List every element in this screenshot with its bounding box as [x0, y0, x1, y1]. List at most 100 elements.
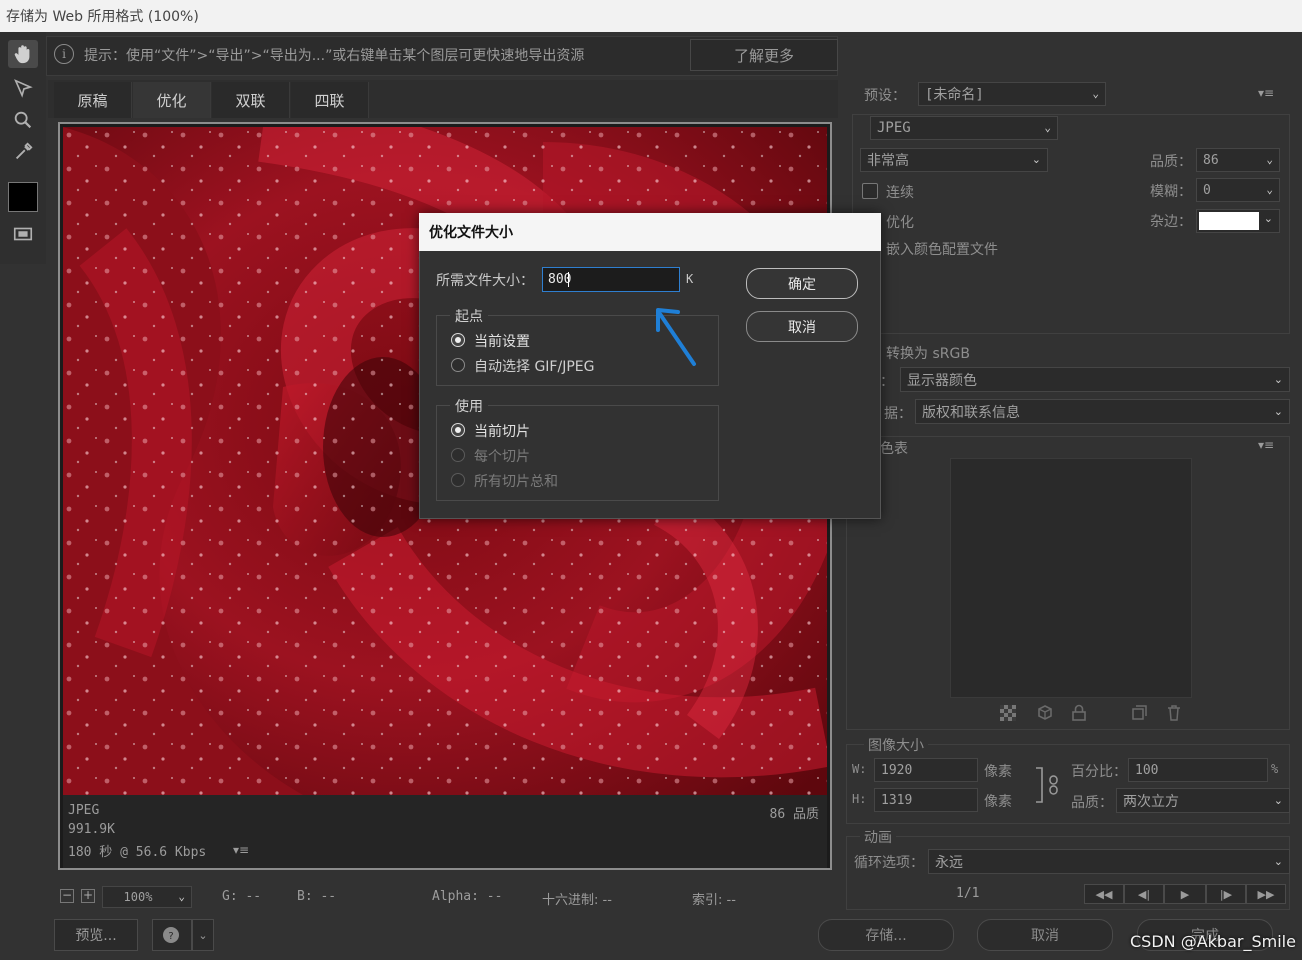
percent-input[interactable]: 100: [1128, 758, 1268, 782]
chevron-down-icon: ⌄: [1273, 404, 1283, 418]
map-transparency-icon[interactable]: [1000, 705, 1016, 721]
learn-more-button[interactable]: 了解更多: [690, 39, 838, 71]
chevron-down-icon: ⌄: [1273, 372, 1283, 386]
info-format: JPEG: [68, 803, 100, 818]
image-info-panel: JPEG 991.9K 180 秒 @ 56.6 Kbps ▾≡ 86 品质: [63, 795, 827, 868]
tab-original[interactable]: 原稿: [54, 82, 132, 118]
zoom-out-icon[interactable]: −: [60, 889, 74, 903]
optimized-label: 优化: [886, 215, 914, 231]
quality-label: 品质：: [1150, 154, 1192, 170]
width-label: W:: [852, 762, 867, 776]
preset-label: 预设：: [864, 88, 906, 104]
matte-select[interactable]: ⌄: [1196, 209, 1280, 233]
toggle-slices-icon[interactable]: [8, 220, 38, 248]
tab-4up[interactable]: 四联: [291, 82, 369, 118]
annotation-arrow-icon: [656, 308, 696, 366]
lock-color-icon[interactable]: [1070, 704, 1088, 722]
browser-icon[interactable]: ?: [152, 919, 192, 951]
optimize-menu-icon[interactable]: ▾≡: [1258, 86, 1274, 100]
dialog-cancel-button[interactable]: 取消: [746, 311, 858, 342]
size-unit: K: [686, 272, 694, 286]
info-quality: 86 品质: [769, 807, 819, 822]
metadata-value: 版权和联系信息: [922, 404, 1020, 421]
browser-menu-chevron-icon[interactable]: ⌄: [192, 919, 214, 951]
preset-select[interactable]: [未命名] ⌄: [918, 82, 1106, 106]
height-unit: 像素: [984, 794, 1012, 810]
preview-button[interactable]: 预览...: [54, 919, 138, 951]
resample-quality-label: 品质：: [1071, 795, 1113, 811]
chevron-down-icon: ⌄: [1266, 152, 1273, 166]
height-input[interactable]: 1319: [874, 788, 978, 812]
eyedropper-icon[interactable]: [8, 138, 38, 166]
use-each-slice-label: 每个切片: [474, 449, 530, 465]
metadata-select[interactable]: 版权和联系信息 ⌄: [915, 399, 1290, 424]
quality-preset-select[interactable]: 非常高 ⌄: [860, 148, 1048, 172]
zoom-value: 100%: [123, 890, 153, 904]
preview-color-select[interactable]: 显示器颜色 ⌄: [900, 367, 1290, 392]
chevron-down-icon: ⌄: [1273, 854, 1283, 868]
use-each-slice-radio[interactable]: [451, 448, 465, 462]
last-frame-icon[interactable]: ▶▶: [1246, 884, 1286, 904]
start-auto-radio[interactable]: [451, 358, 465, 372]
desired-size-label: 所需文件大小：: [436, 273, 534, 289]
quality-preset-value: 非常高: [867, 153, 909, 169]
desired-size-input[interactable]: [542, 267, 680, 292]
eyedropper-color-swatch[interactable]: [8, 182, 38, 212]
tool-panel: [0, 32, 46, 264]
link-dimensions-icon[interactable]: [1034, 766, 1064, 804]
prev-frame-icon[interactable]: ◀|: [1124, 884, 1164, 904]
slice-select-icon[interactable]: [8, 74, 38, 102]
embed-profile-label: 嵌入颜色配置文件: [886, 242, 998, 258]
resample-quality-select[interactable]: 两次立方 ⌄: [1116, 788, 1290, 813]
play-icon[interactable]: ▶: [1164, 884, 1206, 904]
convert-srgb-label: 转换为 sRGB: [886, 346, 970, 362]
color-table-label: 色表: [880, 441, 908, 457]
next-frame-icon[interactable]: |▶: [1206, 884, 1246, 904]
trash-icon[interactable]: [1165, 704, 1183, 722]
preview-color-value: 显示器颜色: [907, 372, 977, 389]
blur-label: 模糊：: [1150, 184, 1192, 200]
format-select[interactable]: JPEG ⌄: [870, 116, 1058, 140]
color-table-menu-icon[interactable]: ▾≡: [1258, 438, 1274, 452]
start-auto-label: 自动选择 GIF/JPEG: [474, 359, 595, 375]
save-button[interactable]: 存储...: [818, 919, 954, 951]
new-color-icon[interactable]: [1130, 704, 1148, 722]
info-menu-icon[interactable]: ▾≡: [233, 843, 249, 857]
use-total-radio[interactable]: [451, 473, 465, 487]
readout-b: B: --: [297, 889, 337, 904]
info-download-time: 180 秒 @ 56.6 Kbps: [68, 845, 207, 860]
ok-button[interactable]: 确定: [746, 268, 858, 299]
chevron-down-icon: ⌄: [1273, 793, 1283, 807]
text-caret: [568, 272, 569, 287]
quality-input[interactable]: 86 ⌄: [1196, 148, 1280, 172]
use-group-title: 使用: [450, 396, 488, 416]
zoom-select[interactable]: 100% ⌄: [102, 886, 192, 908]
start-current-radio[interactable]: [451, 333, 465, 347]
readout-alpha: Alpha: --: [432, 889, 503, 904]
progressive-checkbox[interactable]: [862, 183, 878, 199]
color-table-swatches: [950, 458, 1192, 698]
width-unit: 像素: [984, 764, 1012, 780]
tab-2up[interactable]: 双联: [212, 82, 290, 118]
info-file-size: 991.9K: [68, 822, 115, 837]
blur-input[interactable]: 0 ⌄: [1196, 178, 1280, 202]
first-frame-icon[interactable]: ◀◀: [1084, 884, 1124, 904]
chevron-down-icon: ⌄: [1266, 182, 1273, 196]
web-shift-cube-icon[interactable]: [1036, 704, 1054, 722]
tab-optimized[interactable]: 优化: [133, 82, 211, 118]
zoom-tool-icon[interactable]: [8, 106, 38, 134]
use-current-slice-label: 当前切片: [474, 424, 530, 440]
chevron-down-icon: ⌄: [1263, 212, 1273, 225]
start-group-title: 起点: [450, 306, 488, 326]
loop-select[interactable]: 永远 ⌄: [928, 849, 1290, 874]
cancel-button[interactable]: 取消: [977, 919, 1113, 951]
zoom-in-icon[interactable]: +: [81, 889, 95, 903]
format-value: JPEG: [877, 120, 911, 136]
image-size-title: 图像大小: [864, 735, 928, 755]
hand-tool-icon[interactable]: [8, 40, 38, 68]
blur-value: 0: [1203, 182, 1211, 198]
use-current-slice-radio[interactable]: [451, 423, 465, 437]
metadata-label: 据：: [884, 406, 912, 422]
loop-label: 循环选项：: [854, 855, 924, 871]
width-input[interactable]: 1920: [874, 758, 978, 782]
